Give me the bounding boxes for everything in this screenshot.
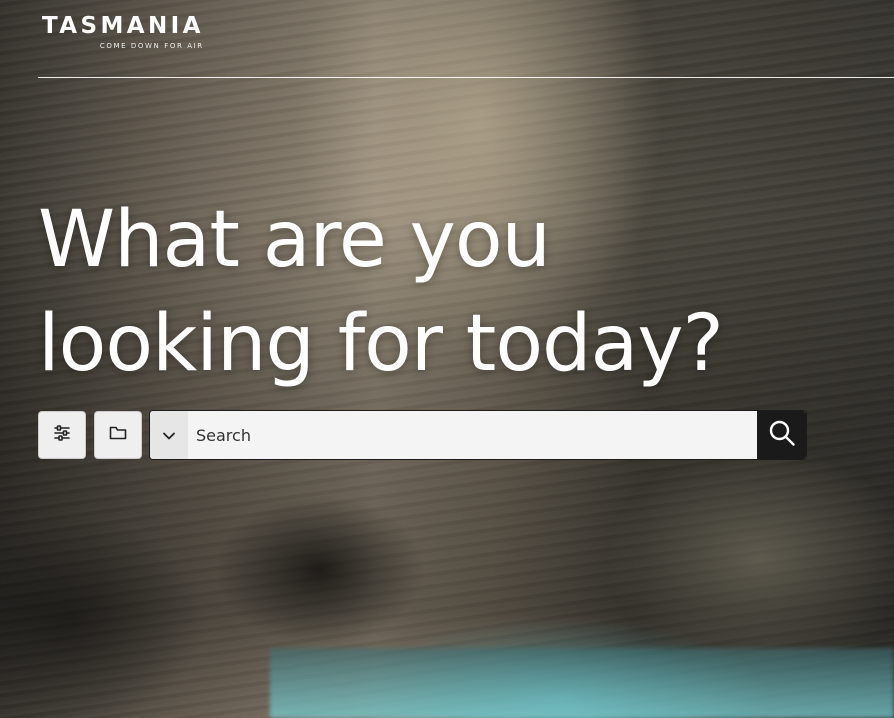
hero-headline-line1: What are you bbox=[38, 195, 551, 285]
search-input[interactable] bbox=[188, 411, 757, 459]
folder-button[interactable] bbox=[94, 411, 142, 459]
search-submit-button[interactable] bbox=[757, 411, 806, 459]
chevron-down-icon bbox=[162, 426, 176, 445]
hero-background: TASMANIA COME DOWN FOR AIR What are you … bbox=[0, 0, 894, 718]
hero-headline: What are you looking for today? bbox=[38, 188, 868, 396]
search-scope-dropdown[interactable] bbox=[150, 411, 188, 459]
logo-tagline: COME DOWN FOR AIR bbox=[99, 42, 204, 50]
search-bar bbox=[149, 410, 807, 460]
sliders-icon bbox=[53, 424, 71, 446]
search-icon bbox=[768, 419, 796, 451]
hero-headline-line2: looking for today? bbox=[38, 299, 724, 389]
site-logo[interactable]: TASMANIA COME DOWN FOR AIR bbox=[42, 13, 204, 50]
hero-image-water bbox=[270, 648, 894, 718]
header-divider bbox=[38, 77, 894, 78]
logo-wordmark: TASMANIA bbox=[42, 13, 204, 39]
folder-icon bbox=[109, 425, 127, 445]
filter-button[interactable] bbox=[38, 411, 86, 459]
